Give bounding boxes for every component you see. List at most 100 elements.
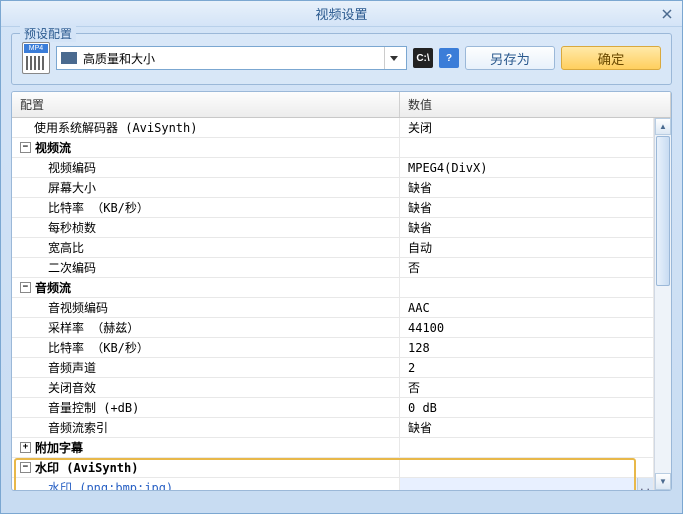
- row-label: 使用系统解码器 (AviSynth): [34, 119, 197, 136]
- console-icon[interactable]: C:\: [413, 48, 433, 68]
- row-label: 关闭音效: [48, 379, 96, 396]
- window-title: 视频设置: [315, 4, 367, 23]
- browse-button[interactable]: ..: [637, 478, 653, 490]
- row-label: 宽高比: [48, 239, 84, 256]
- row-label: 比特率 （KB/秒）: [48, 339, 149, 356]
- row-label: 水印 (AviSynth): [35, 459, 138, 476]
- section-row[interactable]: −视频流: [12, 138, 654, 158]
- cell-name: −水印 (AviSynth): [12, 458, 400, 477]
- scroll-down-button[interactable]: ▼: [655, 473, 671, 490]
- mp4-file-icon: [22, 42, 50, 74]
- cell-value[interactable]: 44100: [400, 318, 654, 337]
- setting-row[interactable]: 音视频编码 AAC: [12, 298, 654, 318]
- header-config[interactable]: 配置: [12, 92, 400, 117]
- row-label: 视频流: [35, 139, 71, 156]
- preset-row: 高质量和大小 C:\ ? 另存为 确定: [22, 42, 661, 74]
- setting-row[interactable]: 关闭音效 否: [12, 378, 654, 398]
- cell-value: [400, 458, 654, 477]
- cell-value[interactable]: 否: [400, 258, 654, 277]
- row-label: 音量控制 (+dB): [48, 399, 139, 416]
- cell-value: [400, 138, 654, 157]
- preset-combo-text: 高质量和大小: [83, 50, 378, 67]
- setting-row[interactable]: 比特率 （KB/秒） 缺省: [12, 198, 654, 218]
- setting-row[interactable]: 水印 (png;bmp;jpg)..: [12, 478, 654, 490]
- titlebar: 视频设置: [1, 1, 682, 27]
- cell-name: 屏幕大小: [12, 178, 400, 197]
- collapse-icon[interactable]: −: [20, 282, 31, 293]
- cell-name: 视频编码: [12, 158, 400, 177]
- cell-value[interactable]: 0 dB: [400, 398, 654, 417]
- grid-header: 配置 数值: [12, 92, 671, 118]
- row-label: 屏幕大小: [48, 179, 96, 196]
- cell-value[interactable]: 自动: [400, 238, 654, 257]
- cell-name: + 附加字幕: [12, 438, 400, 457]
- setting-row[interactable]: 宽高比 自动: [12, 238, 654, 258]
- combo-dropdown-button[interactable]: [384, 47, 402, 69]
- row-label: 音频流索引: [48, 419, 108, 436]
- row-label: 音视频编码: [48, 299, 108, 316]
- cell-value[interactable]: ..: [400, 478, 654, 490]
- row-label: 音频流: [35, 279, 71, 296]
- preset-group: 预设配置 高质量和大小 C:\ ? 另存为 确定: [11, 33, 672, 85]
- cell-name: −视频流: [12, 138, 400, 157]
- row-label: 水印 (png;bmp;jpg): [48, 479, 173, 490]
- scroll-up-button[interactable]: ▲: [655, 118, 671, 135]
- expand-icon[interactable]: +: [20, 442, 31, 453]
- cell-value: [400, 438, 654, 457]
- cell-value[interactable]: 2: [400, 358, 654, 377]
- cell-name: 比特率 （KB/秒）: [12, 338, 400, 357]
- cell-value[interactable]: 128: [400, 338, 654, 357]
- row-label: 二次编码: [48, 259, 96, 276]
- setting-row[interactable]: 音频流索引 缺省: [12, 418, 654, 438]
- section-row[interactable]: −水印 (AviSynth): [12, 458, 654, 478]
- row-label: 每秒桢数: [48, 219, 96, 236]
- grid-body: 使用系统解码器 (AviSynth)关闭−视频流视频编码MPEG4(DivX)屏…: [12, 118, 654, 490]
- preset-combo[interactable]: 高质量和大小: [56, 46, 407, 70]
- cell-name: −音频流: [12, 278, 400, 297]
- cell-value[interactable]: 缺省: [400, 218, 654, 237]
- collapse-icon[interactable]: −: [20, 462, 31, 473]
- section-row[interactable]: −音频流: [12, 278, 654, 298]
- cell-value[interactable]: 否: [400, 378, 654, 397]
- row-label: 比特率 （KB/秒）: [48, 199, 149, 216]
- save-as-button[interactable]: 另存为: [465, 46, 555, 70]
- cell-name: 采样率 （赫兹）: [12, 318, 400, 337]
- cell-name: 使用系统解码器 (AviSynth): [12, 118, 400, 137]
- cell-value[interactable]: AAC: [400, 298, 654, 317]
- setting-row[interactable]: 屏幕大小 缺省: [12, 178, 654, 198]
- cell-name: 二次编码: [12, 258, 400, 277]
- cell-name: 水印 (png;bmp;jpg): [12, 478, 400, 490]
- header-value[interactable]: 数值: [400, 92, 671, 117]
- scroll-thumb[interactable]: [656, 136, 670, 286]
- cell-name: 音量控制 (+dB): [12, 398, 400, 417]
- setting-row[interactable]: 二次编码 否: [12, 258, 654, 278]
- collapse-icon[interactable]: −: [20, 142, 31, 153]
- cell-value: [400, 278, 654, 297]
- setting-row[interactable]: 视频编码 MPEG4(DivX): [12, 158, 654, 178]
- cell-name: 音频流索引: [12, 418, 400, 437]
- cell-value[interactable]: 缺省: [400, 198, 654, 217]
- setting-row[interactable]: 音频声道2: [12, 358, 654, 378]
- cell-value[interactable]: MPEG4(DivX): [400, 158, 654, 177]
- cell-name: 关闭音效: [12, 378, 400, 397]
- setting-row[interactable]: 采样率 （赫兹） 44100: [12, 318, 654, 338]
- cell-value[interactable]: 缺省: [400, 418, 654, 437]
- help-icon[interactable]: ?: [439, 48, 459, 68]
- cell-value[interactable]: 缺省: [400, 178, 654, 197]
- setting-row[interactable]: 比特率 （KB/秒） 128: [12, 338, 654, 358]
- row-label: 视频编码: [48, 159, 96, 176]
- cell-name: 每秒桢数: [12, 218, 400, 237]
- cell-name: 宽高比: [12, 238, 400, 257]
- row-label: 采样率 （赫兹）: [48, 319, 139, 336]
- vertical-scrollbar[interactable]: ▲ ▼: [654, 118, 671, 490]
- row-label: 附加字幕: [35, 439, 83, 456]
- close-button[interactable]: [658, 5, 676, 23]
- section-row[interactable]: + 附加字幕: [12, 438, 654, 458]
- setting-row[interactable]: 每秒桢数 缺省: [12, 218, 654, 238]
- cell-value[interactable]: 关闭: [400, 118, 654, 137]
- cell-name: 音视频编码: [12, 298, 400, 317]
- cell-name: 比特率 （KB/秒）: [12, 198, 400, 217]
- setting-row[interactable]: 音量控制 (+dB) 0 dB: [12, 398, 654, 418]
- setting-row[interactable]: 使用系统解码器 (AviSynth) 关闭: [12, 118, 654, 138]
- ok-button[interactable]: 确定: [561, 46, 661, 70]
